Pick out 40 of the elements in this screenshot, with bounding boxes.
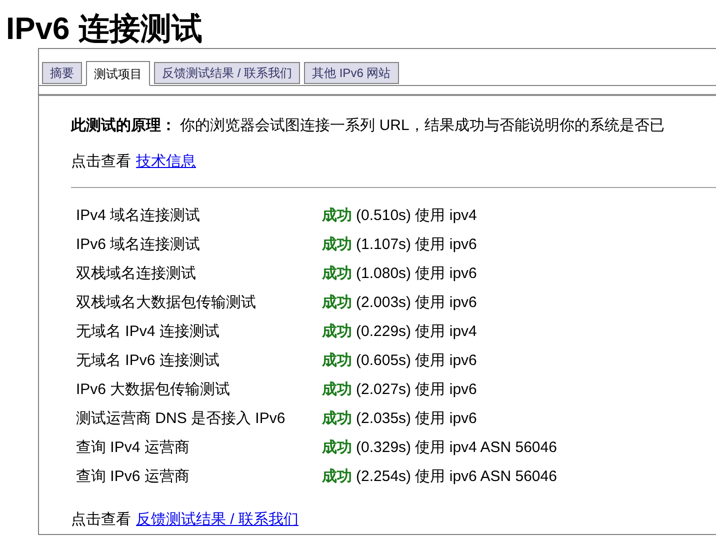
test-name: IPv6 域名连接测试 <box>76 235 202 256</box>
test-result: (2.027s) 使用 ipv6 <box>356 380 477 400</box>
test-name: 无域名 IPv6 连接测试 <box>76 351 220 372</box>
test-name: IPv6 大数据包传输测试 <box>76 380 232 400</box>
test-result: (2.035s) 使用 ipv6 <box>356 409 477 430</box>
test-name: 测试运营商 DNS 是否接入 IPv6 <box>76 409 286 430</box>
test-status: 成功 <box>322 206 352 226</box>
test-result: (2.003s) 使用 ipv6 <box>356 293 477 314</box>
test-status: 成功 <box>322 467 352 488</box>
test-result: (0.510s) 使用 ipv4 <box>356 206 477 226</box>
test-result: (2.254s) 使用 ipv6 ASN 56046 <box>356 467 557 488</box>
tab[interactable]: 测试项目 <box>86 61 150 86</box>
test-status: 成功 <box>322 438 352 458</box>
test-status: 成功 <box>322 351 352 372</box>
test-status: 成功 <box>322 409 352 430</box>
tech-info-label: 点击查看 <box>71 152 131 172</box>
feedback-link[interactable]: 反馈测试结果 / 联系我们 <box>136 509 299 532</box>
test-status: 成功 <box>322 380 352 400</box>
test-result: (0.329s) 使用 ipv4 ASN 56046 <box>356 438 557 458</box>
test-result: (0.605s) 使用 ipv6 <box>356 351 477 372</box>
tech-info-link[interactable]: 技术信息 <box>136 150 196 173</box>
tab[interactable]: 其他 IPv6 网站 <box>304 62 399 84</box>
tab[interactable]: 反馈测试结果 / 联系我们 <box>154 62 300 84</box>
test-name: 双栈域名连接测试 <box>76 264 197 284</box>
test-status: 成功 <box>322 235 352 256</box>
test-name: 查询 IPv6 运营商 <box>76 467 190 488</box>
test-name: IPv4 域名连接测试 <box>76 206 202 226</box>
feedback-label: 点击查看 <box>71 510 131 530</box>
test-name: 无域名 IPv4 连接测试 <box>76 322 220 342</box>
test-status: 成功 <box>322 293 352 314</box>
test-result: (1.107s) 使用 ipv6 <box>356 235 477 256</box>
test-status: 成功 <box>322 264 352 284</box>
page-title: IPv6 连接测试 <box>5 10 202 48</box>
test-status: 成功 <box>322 322 352 342</box>
test-result: (1.080s) 使用 ipv6 <box>356 264 477 284</box>
principle-text: 此测试的原理： 你的浏览器会试图连接一系列 URL，结果成功与否能说明你的系统是否已 <box>71 116 666 136</box>
test-result: (0.229s) 使用 ipv4 <box>356 322 477 342</box>
test-name: 查询 IPv4 运营商 <box>76 438 190 458</box>
test-name: 双栈域名大数据包传输测试 <box>76 293 257 314</box>
tab[interactable]: 摘要 <box>42 62 82 84</box>
